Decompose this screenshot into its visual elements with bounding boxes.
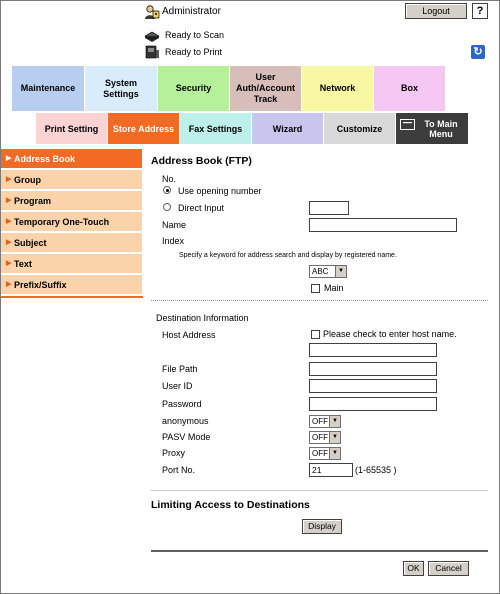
port-no-label: Port No. (162, 465, 196, 475)
scan-status: Ready to Scan (144, 28, 224, 42)
divider (151, 550, 488, 552)
sidebar-bottom-line (1, 296, 143, 298)
chevron-down-icon: ▼ (329, 448, 340, 459)
print-status: Ready to Print (144, 45, 222, 59)
sidebar-item-address-book[interactable]: ▶ Address Book (1, 149, 142, 169)
display-button[interactable]: Display (302, 519, 342, 534)
scan-status-text: Ready to Scan (165, 30, 225, 40)
anonymous-select[interactable]: OFF ▼ (309, 415, 341, 428)
to-main-menu-label: To Main Menu (424, 118, 458, 139)
index-select[interactable]: ABC ▼ (309, 265, 347, 278)
use-opening-number-label: Use opening number (178, 186, 262, 196)
pasv-mode-label: PASV Mode (162, 432, 211, 442)
ok-button[interactable]: OK (403, 561, 424, 576)
tab-store-address[interactable]: Store Address (108, 113, 179, 144)
tab-box[interactable]: Box (374, 66, 445, 111)
divider (151, 300, 488, 301)
chevron-down-icon: ▼ (329, 432, 340, 443)
use-opening-number-radio[interactable] (163, 186, 171, 194)
host-address-field[interactable] (309, 343, 437, 357)
sidebar-item-temporary-one-touch[interactable]: ▶ Temporary One-Touch (1, 212, 142, 232)
tab-wizard[interactable]: Wizard (252, 113, 323, 144)
logout-button[interactable]: Logout (405, 3, 467, 19)
anonymous-label: anonymous (162, 416, 209, 426)
tab-security[interactable]: Security (158, 66, 229, 111)
port-range-label: (1-65535 ) (355, 465, 397, 475)
no-label: No. (162, 174, 177, 184)
sidebar-item-group[interactable]: ▶ Group (1, 170, 142, 190)
host-address-label: Host Address (162, 330, 216, 340)
index-hint: Specify a keyword for address search and… (179, 252, 397, 259)
tab-to-main-menu[interactable]: To Main Menu (396, 113, 468, 144)
password-field[interactable] (309, 397, 437, 411)
divider (151, 490, 488, 491)
sidebar-item-program[interactable]: ▶ Program (1, 191, 142, 211)
tab-system-settings[interactable]: System Settings (85, 66, 157, 111)
proxy-label: Proxy (162, 448, 186, 458)
direct-input-label: Direct Input (178, 203, 225, 213)
page-title: Address Book (FTP) (151, 155, 252, 167)
arrow-icon: ▶ (6, 155, 12, 162)
chevron-down-icon: ▼ (335, 266, 346, 277)
port-no-field[interactable]: 21 (309, 463, 353, 477)
tab-customize[interactable]: Customize (324, 113, 395, 144)
file-path-field[interactable] (309, 362, 437, 376)
limiting-access-title: Limiting Access to Destinations (151, 499, 310, 511)
user-id-field[interactable] (309, 379, 437, 393)
sidebar-item-subject[interactable]: ▶ Subject (1, 233, 142, 253)
arrow-icon: ▶ (6, 176, 12, 183)
arrow-icon: ▶ (6, 239, 12, 246)
chevron-down-icon: ▼ (329, 416, 340, 427)
name-label: Name (162, 220, 187, 230)
host-name-check-label: Please check to enter host name. (323, 329, 457, 339)
tab-print-setting[interactable]: Print Setting (36, 113, 107, 144)
print-status-text: Ready to Print (165, 47, 223, 57)
refresh-icon[interactable]: ↻ (471, 45, 485, 59)
index-label: Index (162, 236, 185, 246)
password-label: Password (162, 399, 202, 409)
sidebar-item-text[interactable]: ▶ Text (1, 254, 142, 274)
tab-network[interactable]: Network (302, 66, 373, 111)
scanner-icon (144, 31, 160, 42)
arrow-icon: ▶ (6, 260, 12, 267)
user-id-label: User ID (162, 381, 193, 391)
arrow-icon: ▶ (6, 281, 12, 288)
direct-input-field[interactable] (309, 201, 349, 215)
administrator-label: Administrator (162, 6, 221, 17)
host-name-checkbox[interactable] (311, 330, 320, 339)
tab-user-auth[interactable]: User Auth/Account Track (230, 66, 301, 111)
arrow-icon: ▶ (6, 218, 12, 225)
arrow-icon: ▶ (6, 197, 12, 204)
administrator-icon (145, 5, 160, 19)
printer-icon (145, 45, 159, 59)
help-button[interactable]: ? (472, 3, 488, 19)
sidebar-item-prefix-suffix[interactable]: ▶ Prefix/Suffix (1, 275, 142, 295)
main-checkbox[interactable] (311, 284, 320, 293)
destination-title: Destination Information (156, 313, 249, 323)
tab-fax-settings[interactable]: Fax Settings (180, 113, 251, 144)
direct-input-radio[interactable] (163, 203, 171, 211)
menu-icon (400, 119, 415, 130)
proxy-select[interactable]: OFF ▼ (309, 447, 341, 460)
main-label: Main (324, 283, 344, 293)
file-path-label: File Path (162, 364, 198, 374)
pasv-mode-select[interactable]: OFF ▼ (309, 431, 341, 444)
cancel-button[interactable]: Cancel (428, 561, 469, 576)
tab-maintenance[interactable]: Maintenance (12, 66, 84, 111)
name-field[interactable] (309, 218, 457, 232)
